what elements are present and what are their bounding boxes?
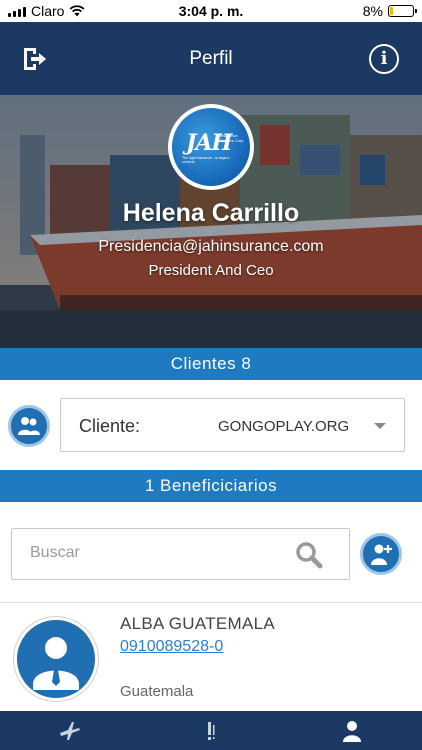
user-icon xyxy=(342,720,361,742)
jah-logo: JAH Insurance Brokers Corp The right ins… xyxy=(172,108,250,186)
bottom-nav xyxy=(0,711,422,750)
beneficiary-phone-link[interactable]: 0910089528-0 xyxy=(120,638,223,656)
beneficiaries-count-bar: 1 Beneficiciarios xyxy=(0,470,422,502)
battery-percent: 8% xyxy=(362,3,383,19)
beneficiary-name[interactable]: ALBA GUATEMALA xyxy=(120,614,275,634)
add-user-icon xyxy=(371,544,392,565)
client-select-value: GONGOPLAY.ORG xyxy=(218,418,350,435)
profile-role: President And Ceo xyxy=(148,262,274,279)
info-icon: i xyxy=(369,43,399,74)
profile-email: Presidencia@jahinsurance.com xyxy=(98,238,324,255)
logout-button[interactable] xyxy=(18,43,50,75)
profile-hero: JAH Insurance Brokers Corp The right ins… xyxy=(0,95,422,348)
person-icon xyxy=(33,637,79,690)
search-input[interactable] xyxy=(30,544,270,562)
add-beneficiary-button[interactable] xyxy=(360,533,402,575)
info-button[interactable]: i xyxy=(368,43,400,75)
beneficiary-country: Guatemala xyxy=(120,683,194,700)
nav-item-alerts[interactable] xyxy=(141,711,282,750)
status-right: 8% xyxy=(362,3,417,19)
signal-icon xyxy=(8,6,26,17)
battery-level xyxy=(390,7,393,15)
profile-name: Helena Carrillo xyxy=(122,199,300,227)
search-icon[interactable] xyxy=(295,541,323,569)
exclamation-icon xyxy=(208,721,215,740)
logo-tagline: The right insurance - la seguro correcto xyxy=(182,156,230,164)
clients-count-bar: Clientes 8 xyxy=(0,348,422,380)
client-select[interactable]: Cliente: GONGOPLAY.ORG xyxy=(60,398,405,452)
search-box xyxy=(11,528,350,580)
nav-item-flights[interactable] xyxy=(0,711,141,750)
status-left: Claro xyxy=(8,3,85,19)
logout-icon xyxy=(24,47,46,70)
client-select-label: Cliente: xyxy=(79,416,141,436)
clients-icon xyxy=(18,417,40,435)
carrier-label: Claro xyxy=(31,3,65,19)
logo-subtext: Insurance Brokers Corp xyxy=(220,133,244,143)
wifi-icon xyxy=(70,5,85,17)
beneficiary-avatar[interactable] xyxy=(14,617,98,701)
company-logo: JAH Insurance Brokers Corp The right ins… xyxy=(168,104,254,190)
clients-button[interactable] xyxy=(8,405,50,447)
divider xyxy=(0,602,422,603)
airplane-icon xyxy=(60,721,81,740)
nav-item-profile[interactable] xyxy=(281,711,422,750)
status-bar: Claro 3:04 p. m. 8% xyxy=(0,0,422,22)
app-header: Perfil i xyxy=(0,22,422,95)
battery-icon xyxy=(388,5,417,17)
chevron-down-icon xyxy=(374,423,386,429)
page-title: Perfil xyxy=(189,47,233,69)
